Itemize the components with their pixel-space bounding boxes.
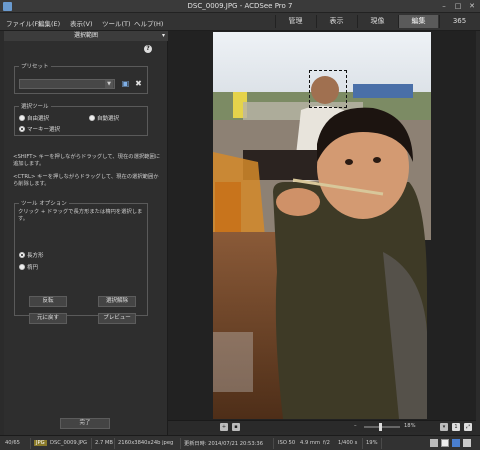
radio-label: 自動選択 bbox=[97, 116, 120, 122]
selection-tool-group: 選択ツール 自由選択 自動選択 マーキー選択 bbox=[14, 102, 148, 136]
dropdown-arrow-icon[interactable]: ▼ bbox=[105, 80, 113, 88]
preview-button[interactable]: プレビュー bbox=[98, 313, 136, 324]
tab-develop[interactable]: 現像 bbox=[357, 15, 397, 28]
tab-365[interactable]: 365 bbox=[439, 15, 479, 28]
chevron-down-icon[interactable]: ▾ bbox=[162, 31, 165, 41]
zoom-menu-icon[interactable]: ▾ bbox=[440, 423, 448, 431]
divider bbox=[362, 438, 363, 449]
menu-help[interactable]: ヘルプ(H) bbox=[134, 18, 163, 28]
done-button[interactable]: 完了 bbox=[60, 418, 110, 429]
aperture: f/2 bbox=[323, 440, 330, 446]
menu-edit[interactable]: 編集(E) bbox=[38, 18, 60, 28]
radio-dot bbox=[19, 115, 25, 121]
fit-icon[interactable]: ▪ bbox=[232, 423, 240, 431]
panel-title: 選択範囲 bbox=[73, 32, 98, 39]
restore-button[interactable]: 元に戻す bbox=[29, 313, 67, 324]
fullscreen-icon[interactable]: ⤢ bbox=[464, 423, 472, 431]
hint-shift: <SHIFT> キーを押しながらドラッグして、現在の選択範囲に追加します。 bbox=[13, 154, 161, 168]
shutter-speed: 1/400 s bbox=[338, 440, 358, 446]
radio-rectangle[interactable]: 長方形 bbox=[19, 251, 44, 259]
preset-label: プリセット bbox=[19, 62, 51, 70]
color-profile-icon[interactable] bbox=[452, 439, 460, 447]
preset-group: プリセット ▼ ▣ ✖ bbox=[14, 62, 148, 94]
compare-icon[interactable] bbox=[441, 439, 449, 447]
radio-label: 長方形 bbox=[27, 253, 44, 259]
viewer-toolbar: + ▪ – 18% ▾ 1 ⤢ bbox=[168, 420, 476, 432]
focal-length: 4.9 mm bbox=[300, 440, 321, 446]
selection-tool-label: 選択ツール bbox=[19, 102, 51, 110]
image-dimensions: 2160x3840x24b jpeg bbox=[118, 440, 174, 446]
divider bbox=[30, 438, 31, 449]
tab-edit[interactable]: 編集 bbox=[398, 15, 438, 28]
menu-bar: ファイル(F) 編集(E) 表示(V) ツール(T) ヘルプ(H) 管理 表示 … bbox=[0, 13, 480, 31]
divider bbox=[180, 438, 181, 449]
divider bbox=[273, 438, 274, 449]
navigator-icon[interactable]: + bbox=[220, 423, 228, 431]
invert-button[interactable]: 反転 bbox=[29, 296, 67, 307]
radio-label: マーキー選択 bbox=[27, 127, 61, 133]
minimize-button[interactable]: – bbox=[437, 1, 451, 11]
tab-manage[interactable]: 管理 bbox=[275, 15, 315, 28]
display-mode-icon[interactable] bbox=[430, 439, 438, 447]
divider bbox=[114, 438, 115, 449]
radio-auto[interactable]: 自動選択 bbox=[89, 114, 119, 122]
zoom-slider[interactable] bbox=[364, 426, 400, 428]
radio-dot-selected bbox=[19, 252, 25, 258]
radio-freehand[interactable]: 自由選択 bbox=[19, 114, 49, 122]
zoom-value[interactable]: 18% bbox=[404, 423, 416, 429]
radio-dot bbox=[19, 264, 25, 270]
tab-view[interactable]: 表示 bbox=[316, 15, 356, 28]
window-title: DSC_0009.JPG - ACDSee Pro 7 bbox=[187, 2, 293, 10]
status-bar: 40/65 JPG DSC_0009.JPG 2.7 MB 2160x3840x… bbox=[0, 435, 480, 450]
radio-ellipse[interactable]: 楕円 bbox=[19, 263, 38, 271]
hint-ctrl: <CTRL> キーを押しながらドラッグして、現在の選択範囲から削除します。 bbox=[13, 174, 159, 188]
save-icon[interactable]: ▣ bbox=[121, 79, 130, 88]
menu-file[interactable]: ファイル(F) bbox=[6, 18, 41, 28]
radio-marquee[interactable]: マーキー選択 bbox=[19, 125, 60, 133]
delete-icon[interactable]: ✖ bbox=[134, 79, 143, 88]
photo-canvas[interactable] bbox=[213, 32, 431, 419]
title-bar: DSC_0009.JPG - ACDSee Pro 7 – □ ✕ bbox=[0, 0, 480, 13]
preset-dropdown[interactable]: ▼ bbox=[19, 79, 115, 89]
tool-options-description: クリック + ドラッグで長方形または楕円を選択します。 bbox=[18, 209, 143, 223]
help-icon[interactable]: ? bbox=[144, 45, 152, 53]
maximize-button[interactable]: □ bbox=[451, 1, 465, 11]
radio-label: 楕円 bbox=[27, 265, 39, 271]
panel-header[interactable]: 選択範囲 ▾ bbox=[4, 31, 168, 41]
clear-selection-button[interactable]: 選択解除 bbox=[98, 296, 136, 307]
iso-value: ISO 50 bbox=[278, 440, 296, 446]
file-size: 2.7 MB bbox=[95, 440, 113, 446]
zoom-out-icon[interactable]: – bbox=[354, 423, 357, 429]
radio-dot-selected bbox=[19, 126, 25, 132]
menu-view[interactable]: 表示(V) bbox=[70, 18, 93, 28]
actual-size-icon[interactable]: 1 bbox=[452, 423, 460, 431]
selection-panel: 選択範囲 ▾ ? プリセット ▼ ▣ ✖ 選択ツール 自由選択 自動選択 マーキ… bbox=[4, 31, 168, 435]
radio-label: 自由選択 bbox=[27, 116, 50, 122]
zoom-slider-handle[interactable] bbox=[379, 423, 382, 431]
menu-tools[interactable]: ツール(T) bbox=[102, 18, 131, 28]
image-position: 40/65 bbox=[5, 440, 20, 446]
selection-marquee[interactable] bbox=[309, 70, 347, 108]
modified-date: 更新日時: 2014/07/21 20:53:36 bbox=[184, 441, 263, 447]
divider bbox=[91, 438, 92, 449]
radio-dot bbox=[89, 115, 95, 121]
image-viewer[interactable] bbox=[168, 31, 476, 420]
divider bbox=[381, 438, 382, 449]
zoom-level: 19% bbox=[366, 440, 378, 446]
tool-options-label: ツール オプション bbox=[19, 199, 69, 207]
format-badge: JPG bbox=[34, 440, 47, 446]
settings-icon[interactable] bbox=[463, 439, 471, 447]
close-button[interactable]: ✕ bbox=[465, 1, 479, 11]
filename: DSC_0009.JPG bbox=[50, 440, 88, 446]
